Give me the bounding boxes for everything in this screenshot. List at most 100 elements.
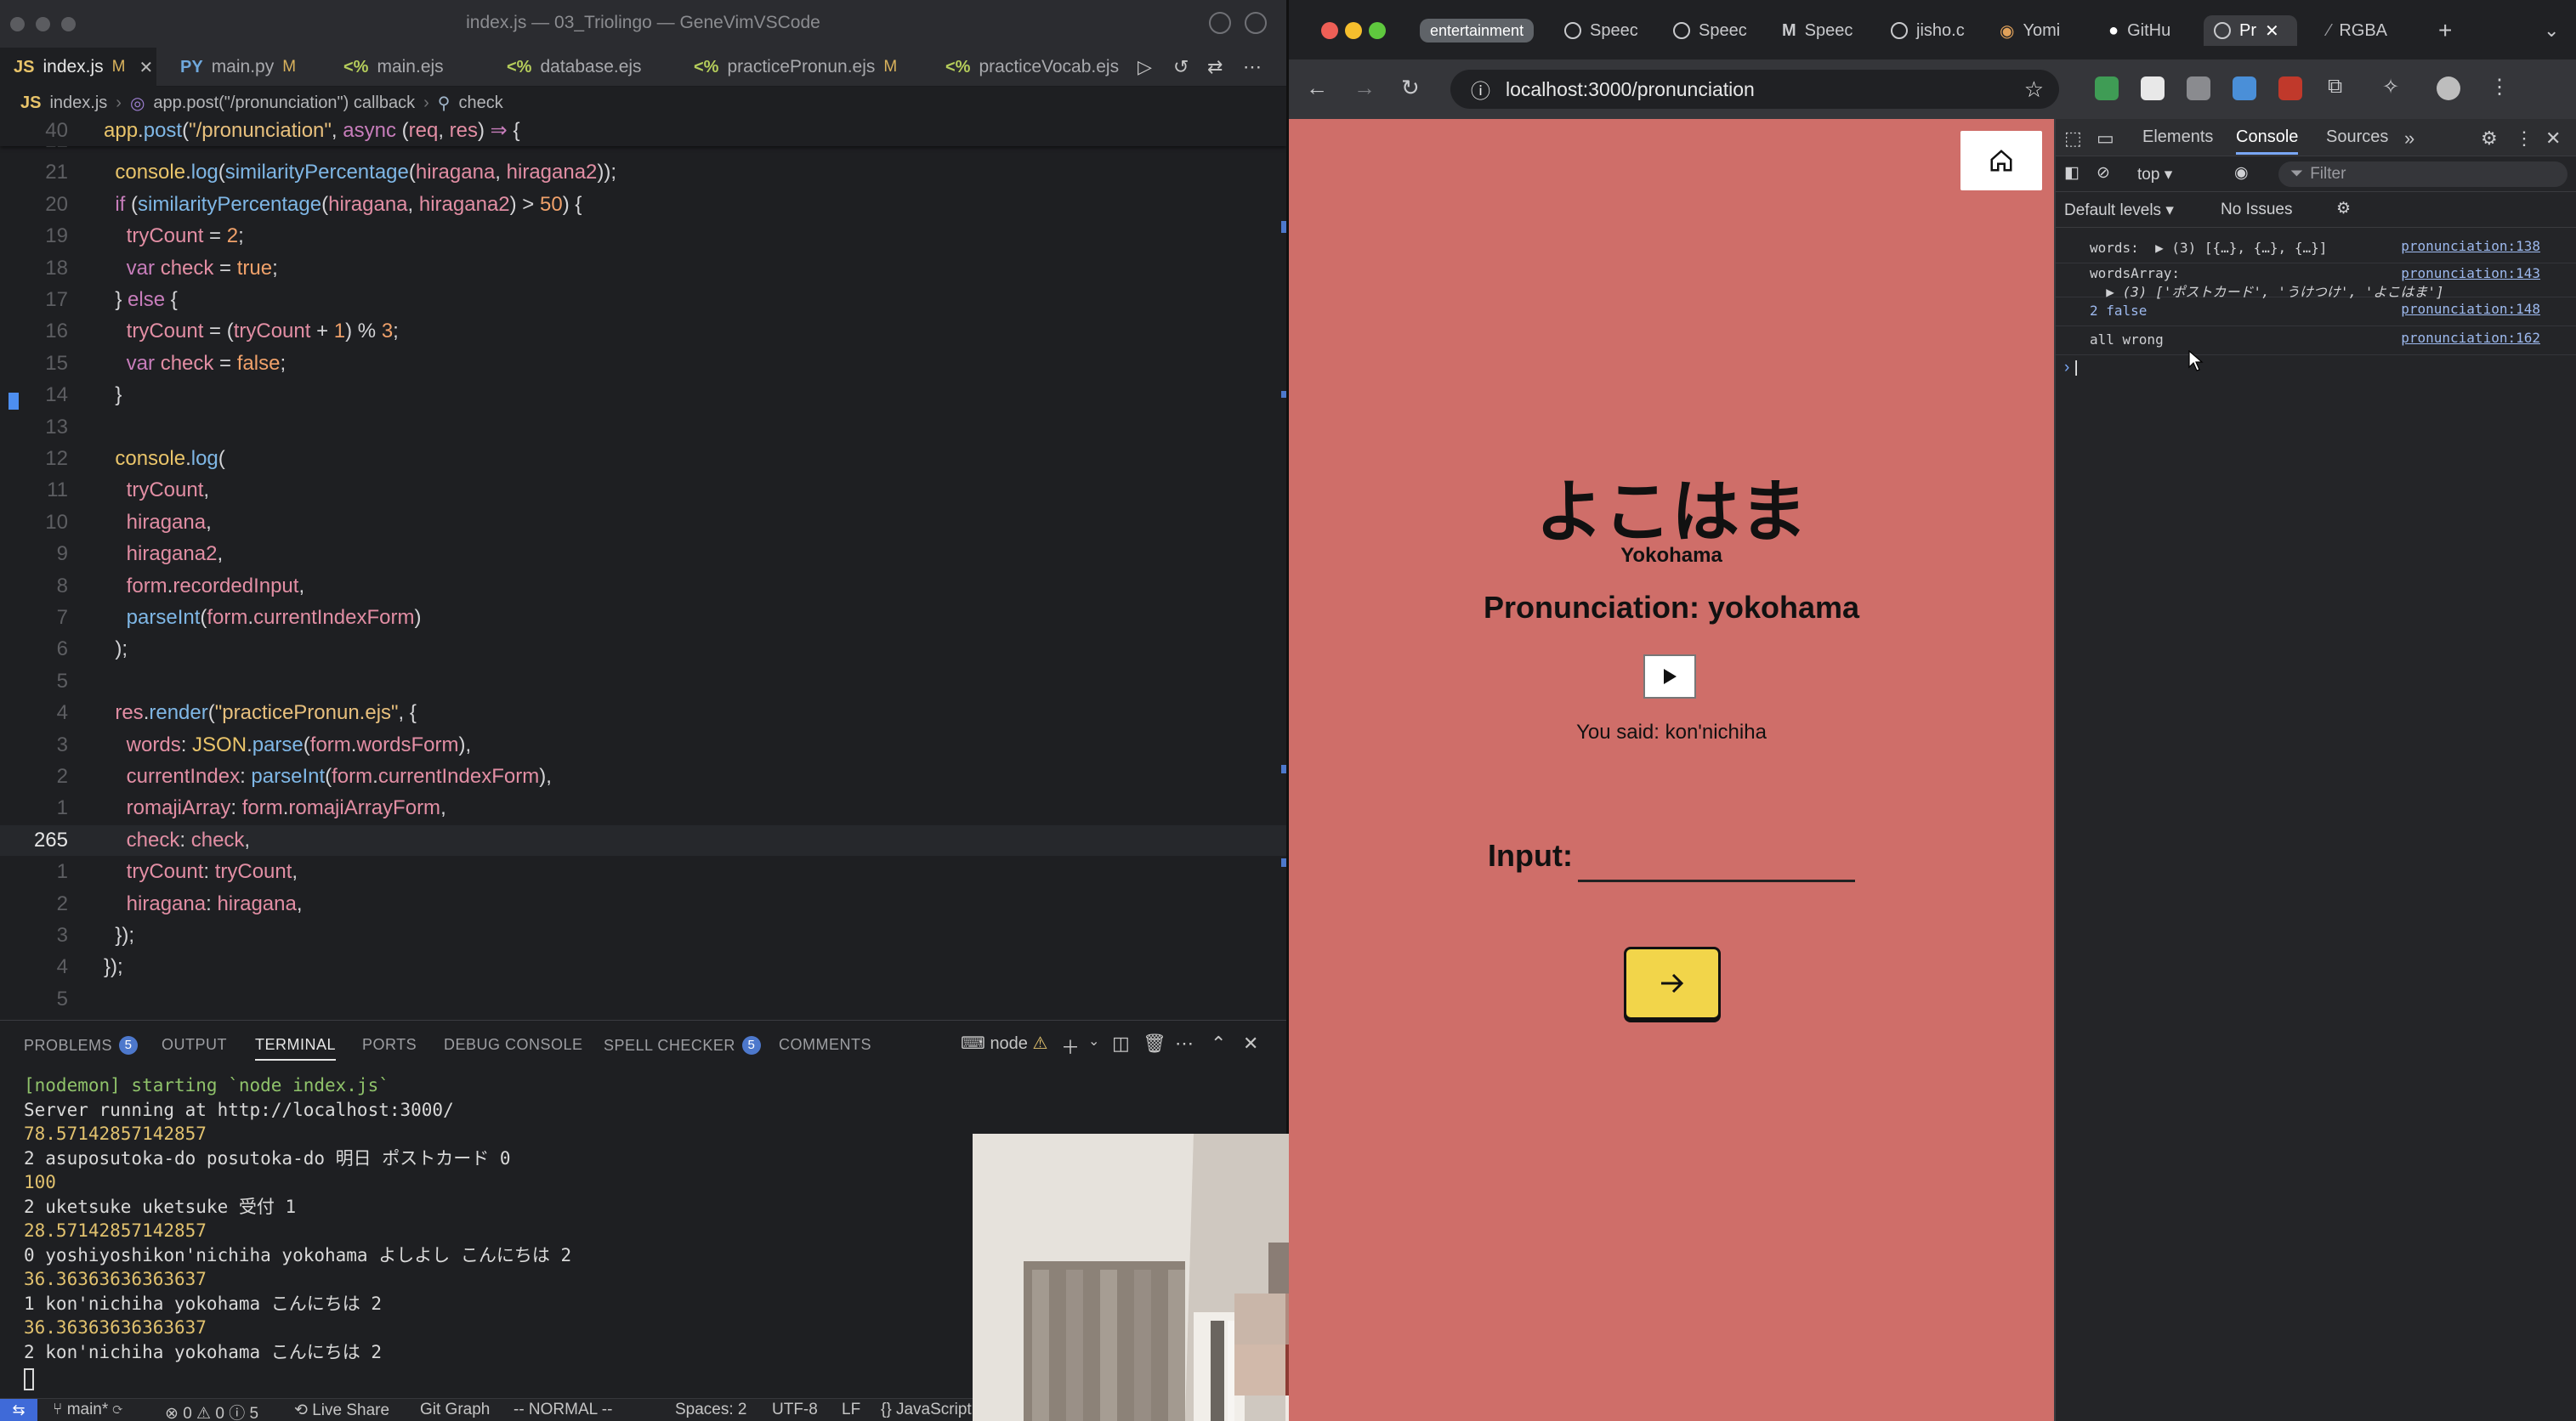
code-line[interactable]: 1 romajiArray: form.romajiArrayForm, [0, 793, 1286, 824]
window-zoom-dot[interactable] [1369, 22, 1386, 39]
git-graph-status[interactable]: Git Graph [420, 1401, 490, 1419]
live-share-status[interactable]: ⟲ Live Share [294, 1401, 389, 1420]
tab-index-js[interactable]: JS index.js M ✕ [0, 48, 156, 87]
answer-input[interactable] [1578, 833, 1855, 882]
log-source-link[interactable]: pronunciation:162 [2401, 330, 2540, 346]
tab-ports[interactable]: PORTS [362, 1036, 417, 1054]
code-line[interactable]: 12 console.log( [0, 444, 1286, 474]
address-bar[interactable]: ⓘ localhost:3000/pronunciation ☆ [1450, 70, 2059, 109]
tab-group-label[interactable]: entertainment [1420, 19, 1535, 42]
more-options-icon[interactable]: ⋮ [2515, 127, 2533, 150]
back-icon[interactable]: ← [1306, 75, 1328, 101]
ublock-icon[interactable] [2278, 76, 2302, 100]
tab-elements[interactable]: Elements [2142, 127, 2213, 147]
tab-database-ejs[interactable]: <% database.ejs [493, 48, 655, 87]
browser-tab-rgba[interactable]: ⁄ RGBA [2318, 15, 2397, 46]
extension-icon[interactable] [2141, 76, 2165, 100]
window-close-dot[interactable] [1321, 22, 1338, 39]
profile-avatar[interactable] [2437, 76, 2460, 100]
breadcrumb-callback[interactable]: app.post("/pronunciation") callback [153, 93, 415, 113]
next-button[interactable] [1624, 947, 1721, 1020]
console-log-row[interactable]: wordsArray: ▶ (3) ['ポストカード', 'うけつけ', 'よこ… [2056, 263, 2576, 300]
extensions-puzzle-icon[interactable]: ⧉ [2328, 75, 2342, 99]
console-prompt[interactable]: › | [2064, 359, 2079, 377]
console-filter-input[interactable]: ⏷ Filter [2278, 161, 2567, 187]
forward-icon[interactable]: → [1353, 75, 1376, 101]
code-line[interactable]: 4}); [0, 952, 1286, 982]
maximize-panel-icon[interactable]: ⌃ [1211, 1033, 1226, 1055]
tab-search-icon[interactable]: ⌄ [2533, 15, 2569, 46]
settings-gear-icon[interactable]: ⚙ [2481, 127, 2498, 150]
run-icon[interactable]: ▷ [1138, 56, 1152, 78]
terminal-shell-selector[interactable]: ⌨ node ⚠ [961, 1033, 1047, 1054]
problems-status[interactable]: ⊗ 0 ⚠ 0 ⓘ 5 [165, 1401, 258, 1421]
console-log-row[interactable]: words: ▶ (3) [{…}, {…}, {…}] pronunciati… [2056, 235, 2576, 263]
log-levels-dropdown[interactable]: Default levels ▾ [2064, 201, 2174, 220]
browser-tab-github[interactable]: ● GitHu [2098, 15, 2181, 46]
compare-icon[interactable]: ⇄ [1207, 56, 1223, 78]
tab-problems[interactable]: PROBLEMS 5 [24, 1036, 139, 1055]
extension-icon[interactable] [2187, 76, 2210, 100]
more-actions-icon[interactable]: ⋯ [1243, 56, 1262, 78]
new-tab-button[interactable]: + [2428, 15, 2462, 46]
close-panel-icon[interactable]: ✕ [1243, 1033, 1258, 1055]
extension-shield-icon[interactable] [2095, 76, 2119, 100]
sidebar-toggle-icon[interactable]: ◧ [2064, 163, 2080, 183]
reload-icon[interactable]: ↻ [1401, 75, 1420, 101]
tab-main-py[interactable]: PY main.py M [167, 48, 309, 87]
new-terminal-icon[interactable]: ＋ [1061, 1033, 1080, 1060]
history-icon[interactable]: ↺ [1173, 56, 1189, 78]
close-icon[interactable]: ✕ [2265, 20, 2279, 42]
live-expression-eye-icon[interactable]: ◉ [2234, 163, 2249, 183]
code-line[interactable]: 5 [0, 984, 1286, 1015]
code-line[interactable]: 265 check: check, [0, 824, 1286, 856]
indentation-status[interactable]: Spaces: 2 [675, 1401, 747, 1419]
close-icon[interactable]: ✕ [139, 57, 154, 78]
log-source-link[interactable]: pronunciation:138 [2401, 238, 2540, 254]
code-line[interactable]: 4 res.render("practicePronun.ejs", { [0, 698, 1286, 728]
code-line[interactable]: 17 } else { [0, 285, 1286, 315]
tab-console[interactable]: Console [2236, 127, 2299, 155]
code-line[interactable]: 2 hiragana: hiragana, [0, 889, 1286, 920]
issues-count[interactable]: No Issues [2221, 201, 2292, 219]
tab-terminal[interactable]: TERMINAL [255, 1036, 337, 1061]
scrollbar-markers[interactable] [1281, 119, 1286, 1020]
bookmark-star-icon[interactable]: ☆ [2024, 76, 2044, 103]
eol-status[interactable]: LF [842, 1401, 860, 1419]
code-line[interactable]: 3 }); [0, 920, 1286, 951]
extension-icon[interactable] [2233, 76, 2256, 100]
code-line[interactable]: 2 currentIndex: parseInt(form.currentInd… [0, 761, 1286, 792]
code-line[interactable]: 8 form.recordedInput, [0, 571, 1286, 602]
split-terminal-icon[interactable]: ◫ [1112, 1033, 1130, 1055]
tab-main-ejs[interactable]: <% main.ejs [330, 48, 457, 87]
code-line[interactable]: 10 hiragana, [0, 507, 1286, 538]
play-audio-button[interactable] [1643, 654, 1696, 699]
log-source-link[interactable]: pronunciation:143 [2401, 265, 2540, 281]
code-line[interactable]: 18 var check = true; [0, 253, 1286, 284]
code-line[interactable]: 11 tryCount, [0, 475, 1286, 506]
inspect-element-icon[interactable]: ⬚ [2064, 127, 2082, 150]
breadcrumb-symbol[interactable]: check [458, 93, 502, 113]
site-info-icon[interactable]: ⓘ [1471, 75, 1490, 104]
encoding-status[interactable]: UTF-8 [772, 1401, 818, 1419]
code-line[interactable]: 21 console.log(similarityPercentage(hira… [0, 157, 1286, 188]
chevron-down-icon[interactable]: ⌄ [1088, 1033, 1099, 1050]
code-line[interactable]: 13 [0, 412, 1286, 443]
browser-tab-pronunciation[interactable]: Pr ✕ [2204, 15, 2297, 46]
close-icon[interactable]: ✕ [2545, 127, 2561, 150]
browser-tab-speech-3[interactable]: M Speec [1772, 15, 1863, 46]
more-actions-icon[interactable]: ⋯ [1175, 1033, 1194, 1055]
code-line[interactable]: 5 [0, 666, 1286, 697]
code-line[interactable]: 6 ); [0, 634, 1286, 665]
chrome-menu-icon[interactable]: ⋮ [2489, 75, 2510, 99]
window-minimize-dot[interactable] [1345, 22, 1362, 39]
code-line[interactable]: 16 tryCount = (tryCount + 1) % 3; [0, 316, 1286, 347]
device-toolbar-icon[interactable]: ▭ [2097, 127, 2114, 150]
code-line[interactable]: 20 if (similarityPercentage(hiragana, hi… [0, 190, 1286, 220]
more-tabs-icon[interactable]: » [2404, 127, 2414, 150]
tab-debug-console[interactable]: DEBUG CONSOLE [444, 1036, 583, 1054]
tab-sources[interactable]: Sources [2326, 127, 2388, 147]
tab-practicepronun-ejs[interactable]: <% practicePronun.ejs M [680, 48, 911, 87]
clear-console-icon[interactable]: ⊘ [2097, 163, 2110, 183]
home-button[interactable] [1960, 131, 2042, 190]
